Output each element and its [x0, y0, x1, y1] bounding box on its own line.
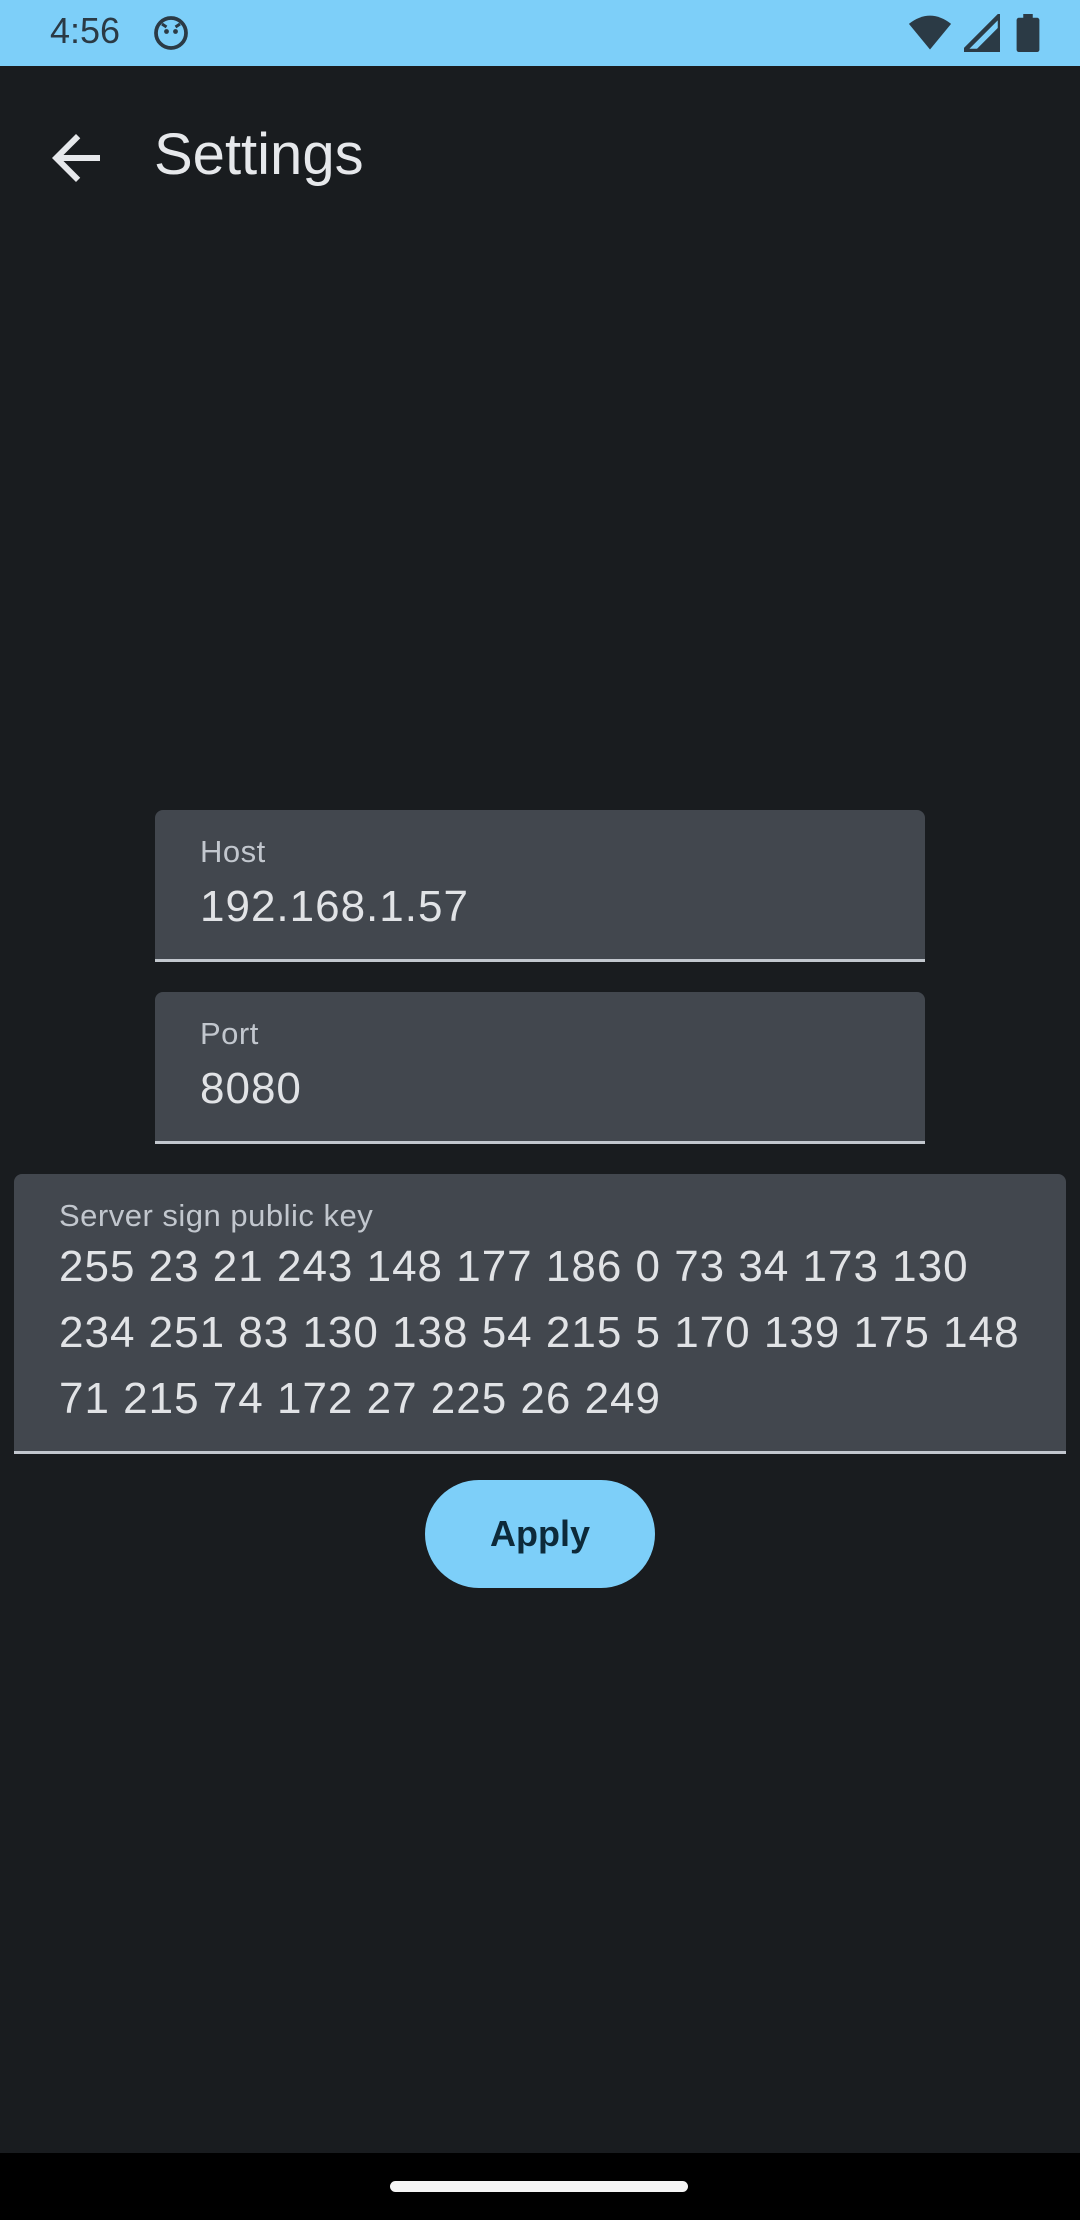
port-field[interactable]: Port 8080: [155, 992, 925, 1144]
arrow-back-icon[interactable]: [40, 122, 112, 194]
home-indicator[interactable]: [390, 2181, 688, 2192]
signal-icon: [964, 14, 1000, 52]
server-key-field[interactable]: Server sign public key 255 23 21 243 148…: [14, 1174, 1066, 1454]
host-label: Host: [200, 834, 266, 869]
server-key-value[interactable]: 255 23 21 243 148 177 186 0 73 34 173 13…: [59, 1234, 1039, 1432]
page-title: Settings: [154, 122, 364, 187]
battery-icon: [1016, 14, 1040, 52]
app-notification-icon: [154, 16, 188, 50]
wifi-icon: [908, 15, 952, 50]
status-time: 4:56: [50, 10, 121, 51]
port-label: Port: [200, 1016, 259, 1051]
server-key-label: Server sign public key: [59, 1198, 374, 1233]
host-value[interactable]: 192.168.1.57: [200, 882, 469, 932]
apply-button[interactable]: Apply: [425, 1480, 655, 1588]
port-value[interactable]: 8080: [200, 1064, 302, 1114]
app-bar: Settings: [0, 66, 1080, 246]
status-bar: 4:56: [0, 0, 1080, 66]
navigation-bar: [0, 2153, 1080, 2220]
host-field[interactable]: Host 192.168.1.57: [155, 810, 925, 962]
